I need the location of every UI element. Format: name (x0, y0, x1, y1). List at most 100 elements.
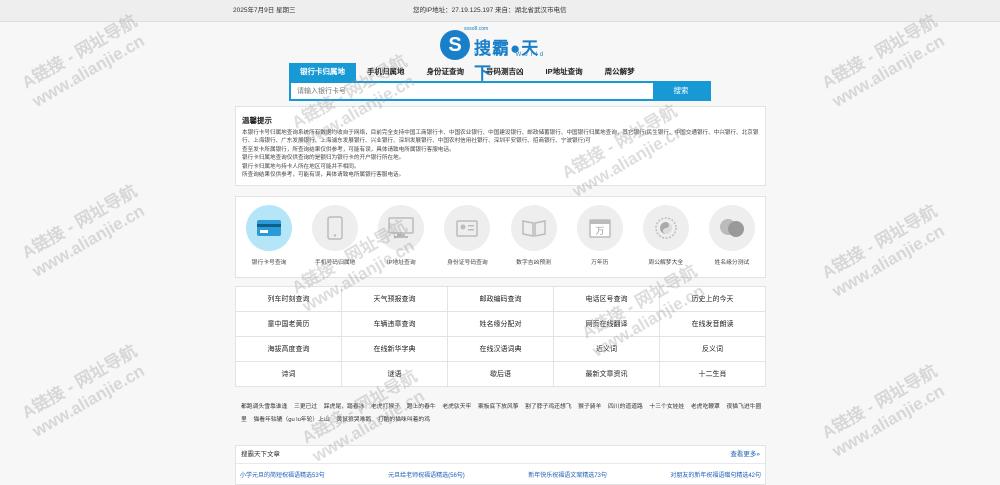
tool-label: IP地址查询 (386, 260, 416, 266)
article-link[interactable]: 元旦给老师祝福语精选(56句) (388, 470, 465, 479)
article-link[interactable]: 小学元旦的简短祝福语精选53句 (240, 470, 325, 479)
watermark-line: www.alianjie.cn (29, 201, 148, 281)
quick-link[interactable]: 在线发音朗读 (660, 312, 766, 337)
tag-link[interactable]: 猴子骑羊 (578, 404, 601, 410)
tab-number-luck[interactable]: 号码测吉凶 (475, 63, 535, 81)
quick-link[interactable]: 天气预报查询 (342, 287, 448, 312)
tool-dream[interactable]: 周公解梦大全 (637, 205, 695, 277)
quick-link[interactable]: 近义词 (554, 337, 660, 362)
tab-mobile[interactable]: 手机归属地 (356, 63, 416, 81)
watermark-line: www.alianjie.cn (829, 31, 948, 111)
quick-link[interactable]: 在线新华字典 (342, 337, 448, 362)
tool-calendar[interactable]: 万 万年历 (571, 205, 629, 277)
tag-link[interactable]: 都跑调头雪靠谁逢 (241, 404, 287, 410)
articles-title: 搜霸天下文章 (241, 451, 280, 458)
quick-link[interactable]: 姓名缘分配对 (448, 312, 554, 337)
notice-line: 银行卡归属地与持卡人所在地区可能并不相同。 (242, 163, 360, 170)
tool-label: 身份证号码查询 (447, 260, 488, 266)
quick-link[interactable]: 歇后语 (448, 362, 554, 387)
tool-mobile[interactable]: 手机号码归属地 (306, 205, 364, 277)
yin-yang-icon (642, 205, 689, 251)
watermark: A链接 - 网址导航 www.alianjie.cn (18, 180, 151, 281)
tool-id-card[interactable]: 身份证号码查询 (438, 205, 496, 277)
tag-link[interactable]: 踩虎尾，踏春冰 (324, 404, 365, 410)
tag-link[interactable]: 老虎打猴子 (371, 404, 400, 410)
watermark-line: www.alianjie.cn (829, 221, 948, 301)
tab-id-card[interactable]: 身份证查询 (416, 63, 476, 81)
quick-link[interactable]: 童中国老黄历 (236, 312, 342, 337)
quick-link[interactable]: 车辆违章查询 (342, 312, 448, 337)
logo-subtitle: Search World (474, 52, 547, 58)
tab-dream[interactable]: 周公解梦 (594, 63, 646, 81)
tag-link[interactable]: 老虎驮天牢 (442, 404, 471, 410)
watermark: A链接 - 网址导航 www.alianjie.cn (818, 200, 951, 301)
tag-link[interactable]: 割了脖子鸡还想飞 (525, 404, 571, 410)
articles-panel: 搜霸天下文章 查看更多» 小学元旦的简短祝福语精选53句 元旦给老师祝福语精选(… (235, 445, 766, 485)
articles-list: 小学元旦的简短祝福语精选53句 元旦给老师祝福语精选(56句) 新年快乐祝福语文… (236, 464, 765, 479)
tag-link[interactable]: 案板底下放风筝 (478, 404, 519, 410)
tool-number-luck[interactable]: 数字吉凶预测 (505, 205, 563, 277)
tag-links: 都跑调头雪靠谁逢 三更已过 踩虎尾，踏春冰 老虎打猴子 蹬上的春牛 老虎驮天牢 … (241, 401, 766, 427)
tag-link[interactable]: 打酷的猫咪叫着的鸡 (378, 417, 430, 423)
notice-line: 所查询结果仅供参考，可能有误，具体请致电所属银行客服电话。 (242, 172, 405, 179)
top-bar: 2025年7月9日 星期三 您的IP地址：27.19.125.197 来自：湖北… (0, 0, 1000, 22)
tool-name-match[interactable]: 姓名缘分测试 (703, 205, 761, 277)
tab-ip[interactable]: IP地址查询 (535, 63, 594, 81)
logo-mark: S (440, 30, 470, 60)
notice-line: 本银行卡号归属地查询系统所有数据均收自于网络，目前完全支持中国工商银行卡、中国农… (242, 130, 759, 145)
tab-bank-card[interactable]: 银行卡归属地 (289, 63, 356, 81)
watermark-line: A链接 - 网址导航 (818, 11, 941, 93)
id-card-icon (444, 205, 491, 251)
tool-label: 周公解梦大全 (648, 260, 684, 266)
tool-label: 姓名缘分测试 (714, 260, 750, 266)
search-tabs: 银行卡归属地 手机归属地 身份证查询 号码测吉凶 IP地址查询 周公解梦 (289, 63, 711, 81)
quick-link[interactable]: 历史上的今天 (660, 287, 766, 312)
watermark-line: www.alianjie.cn (29, 361, 148, 441)
quick-link[interactable]: 邮政编码查询 (448, 287, 554, 312)
notice-title: 温馨提示 (242, 116, 272, 125)
tool-ip[interactable]: IP地址查询 (372, 205, 430, 277)
tag-link[interactable]: 猫看年轱辘（gu lu年轮）上山 (253, 417, 329, 423)
tag-link[interactable]: 四川的道道路 (608, 404, 643, 410)
tag-link[interactable]: 蹬上的春牛 (407, 404, 436, 410)
quick-link[interactable]: 最新文章资讯 (554, 362, 660, 387)
date-text: 2025年7月9日 星期三 (233, 7, 296, 14)
quick-link[interactable]: 反义词 (660, 337, 766, 362)
quick-link[interactable]: 谜语 (342, 362, 448, 387)
book-icon (510, 205, 557, 251)
logo-domain: soso8.com (464, 26, 489, 32)
quick-link[interactable]: 列车时刻查询 (236, 287, 342, 312)
quick-link[interactable]: 海拔高度查询 (236, 337, 342, 362)
ip-info-text: 您的IP地址：27.19.125.197 来自：湖北省武汉市电信 (413, 7, 567, 14)
tool-label: 数字吉凶预测 (516, 260, 551, 266)
tag-link[interactable]: 十三个女娃娃 (649, 404, 684, 410)
quick-link[interactable]: 诗词 (236, 362, 342, 387)
tool-label: 万年历 (590, 260, 609, 266)
quick-link[interactable]: 在线汉语词典 (448, 337, 554, 362)
quick-link[interactable]: 电话区号查询 (554, 287, 660, 312)
watermark-line: A链接 - 网址导航 (18, 11, 141, 93)
article-link[interactable]: 新年快乐祝福语文案精选73句 (528, 470, 607, 479)
search-input[interactable] (291, 83, 653, 99)
tag-link[interactable]: 老虎吃鞭罩 (691, 404, 720, 410)
bank-card-icon (246, 205, 293, 251)
monitor-icon (378, 205, 425, 251)
more-articles-link[interactable]: 查看更多» (730, 446, 760, 464)
site-logo[interactable]: S soso8.com 搜霸●天下 Search World (440, 26, 556, 83)
watermark: A链接 - 网址导航 www.alianjie.cn (18, 10, 151, 111)
watermark-line: www.alianjie.cn (29, 31, 148, 111)
mobile-phone-icon (312, 205, 359, 251)
watermark: A链接 - 网址导航 www.alianjie.cn (818, 360, 951, 461)
search-box: 搜索 (289, 81, 711, 101)
watermark-line: A链接 - 网址导航 (818, 201, 941, 283)
watermark-line: A链接 - 网址导航 (18, 181, 141, 263)
quick-link[interactable]: 网页在线翻译 (554, 312, 660, 337)
tag-link[interactable]: 黄鼠狼哭难鹅 (336, 417, 371, 423)
tag-link[interactable]: 三更已过 (294, 404, 317, 410)
tool-icons-panel: 银行卡号查询 手机号码归属地 IP地址查询 身份证号码查询 数字吉凶预测 万 万… (235, 196, 766, 278)
tool-bank-card[interactable]: 银行卡号查询 (240, 205, 298, 277)
quick-link[interactable]: 十二生肖 (660, 362, 766, 387)
search-button[interactable]: 搜索 (653, 83, 709, 99)
tool-label: 银行卡号查询 (251, 260, 287, 266)
article-link[interactable]: 对朋友的新年祝福语赠句精选42句 (670, 470, 761, 479)
